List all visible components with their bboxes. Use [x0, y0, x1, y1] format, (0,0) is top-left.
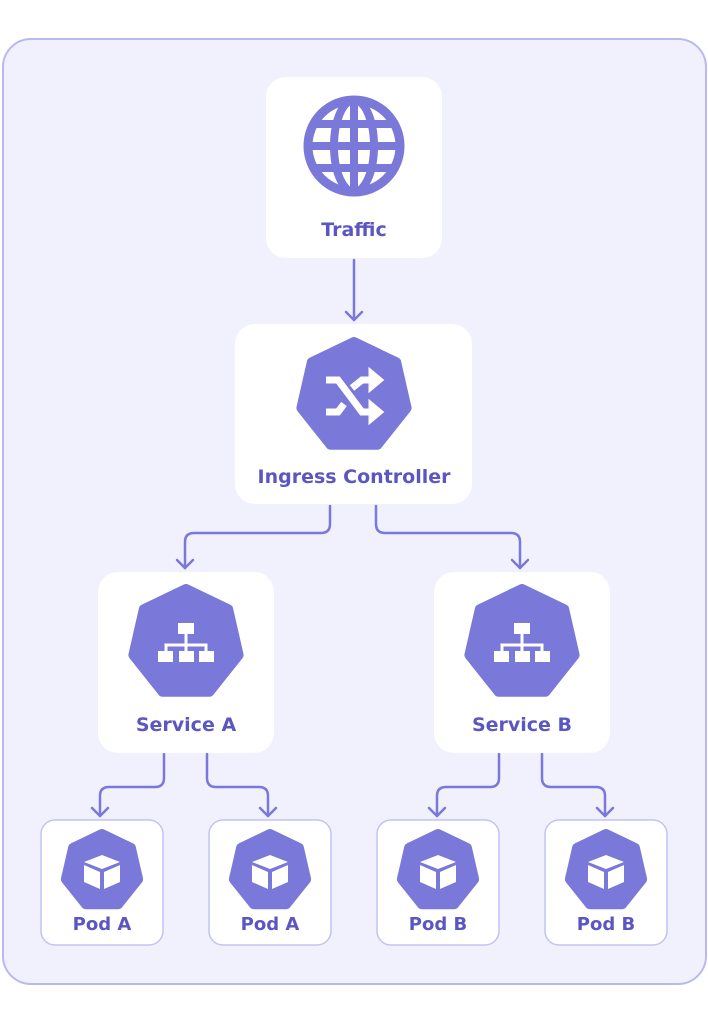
- node-pod[interactable]: Pod B: [544, 819, 668, 946]
- node-pod[interactable]: Pod B: [376, 819, 500, 946]
- node-pod[interactable]: Pod A: [208, 819, 332, 946]
- kubernetes-ingress-diagram: Traffic Ingress Controller Service A Ser…: [2, 38, 707, 985]
- node-label: Ingress Controller: [258, 466, 452, 488]
- heptagon-badge: [296, 337, 412, 450]
- heptagon-badge: [396, 829, 480, 910]
- node-service-b[interactable]: Service B: [434, 572, 610, 753]
- node-traffic[interactable]: Traffic: [266, 77, 442, 258]
- node-label: Pod A: [73, 914, 132, 935]
- heptagon-badge: [564, 829, 648, 910]
- heptagon-badge: [60, 829, 144, 910]
- node-ingress-controller[interactable]: Ingress Controller: [235, 324, 472, 504]
- node-label: Pod A: [241, 914, 300, 935]
- node-label: Pod B: [409, 914, 467, 935]
- node-label: Service B: [472, 714, 572, 736]
- node-label: Traffic: [321, 219, 387, 241]
- heptagon-badge: [228, 829, 312, 910]
- node-label: Service A: [136, 714, 237, 736]
- node-service-a[interactable]: Service A: [98, 572, 274, 753]
- node-label: Pod B: [577, 914, 635, 935]
- globe-icon: [303, 95, 405, 197]
- node-pod[interactable]: Pod A: [40, 819, 164, 946]
